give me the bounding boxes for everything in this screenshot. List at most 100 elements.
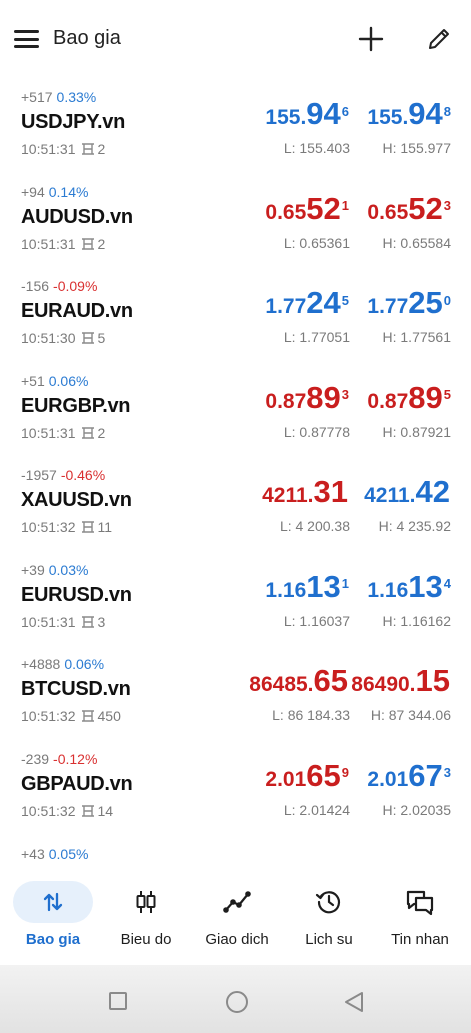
low-price: L: 2.01424 bbox=[283, 801, 350, 818]
spread-value: 2 bbox=[97, 141, 106, 157]
symbol-name: AUDUSD.vn bbox=[21, 205, 133, 228]
spread-value: 14 bbox=[97, 802, 114, 819]
quote-row[interactable]: -239 -0.12% GBPAUD.vn 10:51:32 14 2.01659 … bbox=[0, 742, 471, 837]
quote-meta: 10:51:30 5 bbox=[21, 330, 105, 346]
nav-label: Lich su bbox=[305, 931, 353, 948]
high-price: H: 1.16162 bbox=[382, 612, 452, 629]
change-percent: -0.12% bbox=[53, 750, 98, 767]
change-points: +94 bbox=[21, 183, 45, 200]
nav-tab-bieu-do[interactable]: Bieu do bbox=[100, 860, 192, 965]
bid-price[interactable]: 1.77245 bbox=[265, 285, 349, 321]
ask-price[interactable]: 1.77250 bbox=[367, 285, 451, 321]
nav-label: Tin nhan bbox=[391, 931, 449, 948]
ask-price[interactable]: 86490.15 bbox=[351, 663, 451, 699]
bid-price[interactable]: 4211.31 bbox=[262, 474, 349, 510]
change-percent: 0.06% bbox=[64, 656, 105, 672]
quote-meta: 10:51:32 14 bbox=[21, 803, 113, 819]
spread-value: 5 bbox=[97, 330, 106, 346]
back-icon[interactable] bbox=[343, 991, 365, 1013]
nav-label: Giao dich bbox=[205, 931, 269, 948]
bid-price[interactable]: 0.87893 bbox=[265, 380, 349, 416]
change-percent: 0.06% bbox=[48, 372, 89, 389]
quote-row[interactable]: +51 0.06% EURGBP.vn 10:51:31 2 0.87893 0.8… bbox=[0, 364, 471, 459]
ask-price[interactable]: 2.01673 bbox=[367, 758, 451, 794]
bid-price[interactable]: 86485.65 bbox=[249, 663, 349, 699]
nav-tab-lich-su[interactable]: Lich su bbox=[284, 860, 374, 965]
sort-arrows-icon bbox=[43, 892, 63, 912]
change-points: -156 bbox=[21, 278, 50, 294]
candlestick-icon bbox=[136, 891, 156, 913]
daily-change: -1957 -0.46% bbox=[21, 467, 105, 483]
daily-change: -239 -0.12% bbox=[21, 751, 97, 767]
spread-value: 2 bbox=[97, 424, 106, 441]
quote-time: 10:51:31 bbox=[21, 141, 76, 157]
spread-icon bbox=[81, 237, 94, 250]
bid-price[interactable]: 0.65521 bbox=[265, 191, 349, 227]
quote-time: 10:51:32 bbox=[21, 708, 76, 724]
ask-price[interactable]: 4211.42 bbox=[364, 474, 451, 510]
high-price: H: 2.02035 bbox=[382, 801, 452, 818]
hamburger-icon[interactable] bbox=[14, 30, 39, 48]
spread-value: 450 bbox=[97, 708, 121, 724]
quote-time: 10:51:32 bbox=[21, 802, 76, 819]
change-points: +4888 bbox=[21, 656, 61, 672]
high-price: H: 0.65584 bbox=[382, 234, 452, 251]
spread-icon bbox=[81, 804, 94, 817]
home-icon[interactable] bbox=[226, 991, 248, 1013]
symbol-name: USDJPY.vn bbox=[21, 111, 126, 133]
high-price: H: 87 344.06 bbox=[370, 707, 451, 723]
low-price: L: 1.16037 bbox=[283, 612, 350, 629]
change-points: +51 bbox=[21, 372, 45, 389]
symbol-name: EURUSD.vn bbox=[21, 583, 132, 606]
quote-time: 10:51:32 bbox=[21, 519, 76, 535]
ask-price[interactable]: 155.948 bbox=[367, 96, 451, 132]
spread-icon bbox=[81, 615, 94, 628]
daily-change: +51 0.06% bbox=[21, 373, 88, 389]
quote-row[interactable]: +39 0.03% EURUSD.vn 10:51:31 3 1.16131 1.1… bbox=[0, 553, 471, 648]
quote-time: 10:51:31 bbox=[21, 613, 76, 630]
quote-meta: 10:51:31 3 bbox=[21, 614, 105, 630]
change-points: +43 bbox=[21, 846, 45, 860]
quote-row[interactable]: -156 -0.09% EURAUD.vn 10:51:30 5 1.77245 1… bbox=[0, 269, 471, 364]
ask-price[interactable]: 0.65523 bbox=[367, 191, 451, 227]
spread-value: 11 bbox=[97, 519, 113, 535]
quote-row[interactable]: -1957 -0.46% XAUUSD.vn 10:51:32 11 4211.31… bbox=[0, 458, 471, 553]
low-price: L: 0.87778 bbox=[283, 423, 350, 440]
quote-row[interactable]: +94 0.14% AUDUSD.vn 10:51:31 2 0.65521 0.6… bbox=[0, 175, 471, 270]
daily-change: +517 0.33% bbox=[21, 89, 96, 105]
change-percent: 0.05% bbox=[48, 846, 89, 860]
pencil-icon[interactable] bbox=[426, 26, 452, 52]
bid-price[interactable]: 2.01659 bbox=[265, 758, 349, 794]
change-points: +517 bbox=[21, 89, 53, 105]
nav-label: Bao gia bbox=[25, 931, 81, 948]
change-points: -1957 bbox=[21, 467, 57, 483]
quote-row[interactable]: +517 0.33% USDJPY.vn 10:51:31 2 155.946 15… bbox=[0, 80, 471, 175]
high-price: H: 0.87921 bbox=[382, 423, 452, 440]
nav-tab-tin-nhan[interactable]: Tin nhan bbox=[375, 860, 465, 965]
recent-apps-icon[interactable] bbox=[109, 992, 127, 1010]
change-percent: -0.09% bbox=[53, 278, 98, 294]
nav-pill bbox=[13, 881, 93, 923]
low-price: L: 4 200.38 bbox=[279, 518, 350, 534]
bid-price[interactable]: 155.946 bbox=[265, 96, 349, 132]
ask-price[interactable]: 0.87895 bbox=[367, 380, 451, 416]
nav-tab-giao-dich[interactable]: Giao dich bbox=[192, 860, 282, 965]
symbol-name: GBPAUD.vn bbox=[21, 772, 133, 795]
chat-icon bbox=[406, 890, 434, 916]
daily-change: +94 0.14% bbox=[21, 184, 88, 200]
spread-icon bbox=[81, 521, 94, 533]
spread-value: 2 bbox=[97, 235, 106, 252]
nav-tab-bao-gia[interactable]: Bao gia bbox=[5, 860, 101, 965]
symbol-name: BTCUSD.vn bbox=[21, 678, 131, 700]
bid-price[interactable]: 1.16131 bbox=[265, 569, 349, 605]
quote-list[interactable]: +517 0.33% USDJPY.vn 10:51:31 2 155.946 15… bbox=[0, 80, 471, 860]
partial-quote-row[interactable]: +43 0.05% bbox=[21, 846, 88, 860]
daily-change: +4888 0.06% bbox=[21, 656, 104, 672]
plus-icon[interactable] bbox=[357, 25, 385, 53]
change-points: +39 bbox=[21, 561, 45, 578]
quote-row[interactable]: +4888 0.06% BTCUSD.vn 10:51:32 450 86485.6… bbox=[0, 647, 471, 742]
ask-price[interactable]: 1.16134 bbox=[367, 569, 451, 605]
quote-meta: 10:51:31 2 bbox=[21, 141, 105, 157]
quote-meta: 10:51:31 2 bbox=[21, 236, 105, 252]
system-nav-bar bbox=[0, 965, 471, 1033]
